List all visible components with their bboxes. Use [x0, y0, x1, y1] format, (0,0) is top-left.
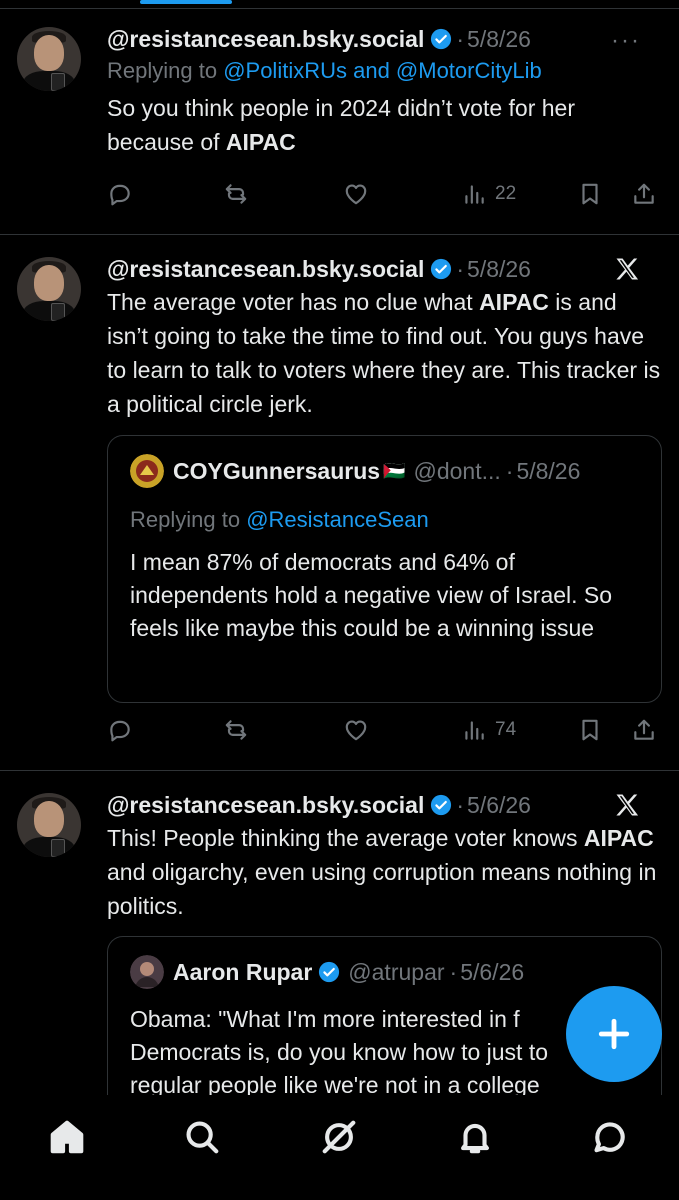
- replying-to-label: Replying to: [107, 58, 224, 83]
- repost-icon: [225, 184, 247, 204]
- search-icon: [186, 1121, 219, 1154]
- post-text-bold: AIPAC: [583, 825, 654, 851]
- avatar[interactable]: [17, 257, 81, 321]
- post[interactable]: @resistancesean.bsky.social · 5/8/26 ···…: [0, 9, 679, 235]
- compose-button[interactable]: [566, 986, 662, 1082]
- post-date[interactable]: 5/8/26: [467, 25, 531, 53]
- reply-button[interactable]: [107, 717, 133, 743]
- quoted-post-date: 5/6/26: [460, 958, 525, 985]
- avatar[interactable]: [17, 27, 81, 91]
- post-date[interactable]: 5/6/26: [467, 791, 531, 819]
- quoted-post-text: I mean 87% of democrats and 64% of indep…: [130, 549, 613, 641]
- post-text-part: and oligarchy, even using corruption mea…: [107, 859, 657, 919]
- quoted-author-handle[interactable]: @atrupar: [348, 959, 444, 986]
- bookmark-icon: [582, 183, 598, 205]
- author-handle[interactable]: @resistancesean.bsky.social: [107, 791, 424, 819]
- nav-home[interactable]: [47, 1117, 87, 1157]
- separator-dot: ·: [456, 26, 465, 52]
- bookmark-button[interactable]: [577, 181, 603, 207]
- repost-button[interactable]: [223, 181, 249, 207]
- nav-notifications[interactable]: [455, 1117, 495, 1157]
- nav-messages[interactable]: [590, 1117, 630, 1157]
- separator-dot: ·: [449, 958, 458, 985]
- share-icon: [634, 719, 654, 740]
- share-button[interactable]: [631, 717, 657, 743]
- quoted-avatar[interactable]: [130, 454, 164, 488]
- share-button[interactable]: [631, 181, 657, 207]
- more-options-icon[interactable]: ···: [611, 27, 641, 55]
- quoted-post[interactable]: COYGunnersaurus 🇵🇸 @dont... · 5/8/26 Rep…: [107, 435, 662, 703]
- quoted-author-name[interactable]: COYGunnersaurus: [173, 458, 380, 485]
- replying-to-link[interactable]: @ResistanceSean: [246, 507, 429, 532]
- bottom-navigation: [0, 1095, 679, 1200]
- reply-icon: [110, 184, 130, 206]
- x-logo-icon[interactable]: [613, 791, 641, 819]
- post-text: The average voter has no clue what AIPAC…: [107, 285, 661, 421]
- like-button[interactable]: [343, 717, 369, 743]
- views-count: 22: [495, 183, 517, 204]
- author-handle[interactable]: @resistancesean.bsky.social: [107, 255, 424, 283]
- active-tab-indicator: [140, 0, 232, 4]
- like-icon: [345, 184, 367, 205]
- action-bar: 22: [107, 181, 661, 211]
- post-header: @resistancesean.bsky.social · 5/6/26: [107, 791, 661, 819]
- like-button[interactable]: [343, 181, 369, 207]
- post[interactable]: @resistancesean.bsky.social · 5/8/26 The…: [0, 235, 679, 771]
- post-text: This! People thinking the average voter …: [107, 821, 661, 923]
- views-count: 74: [495, 719, 517, 740]
- post-date[interactable]: 5/8/26: [467, 255, 531, 283]
- post-header: @resistancesean.bsky.social · 5/8/26: [107, 255, 661, 283]
- post-text-bold: AIPAC: [225, 129, 296, 155]
- quoted-post-date: 5/8/26: [516, 457, 581, 484]
- replying-to: Replying to @ResistanceSean: [130, 506, 429, 534]
- x-logo-icon[interactable]: [613, 255, 641, 283]
- quoted-post-header: COYGunnersaurus 🇵🇸 @dont... · 5/8/26: [130, 454, 580, 488]
- reply-button[interactable]: [107, 181, 133, 207]
- bookmark-button[interactable]: [577, 717, 603, 743]
- quoted-author-handle[interactable]: @dont...: [413, 458, 500, 485]
- views-button[interactable]: 22: [461, 181, 516, 207]
- post-header: @resistancesean.bsky.social · 5/8/26: [107, 25, 661, 53]
- views-icon: [465, 185, 484, 204]
- author-handle[interactable]: @resistancesean.bsky.social: [107, 25, 424, 53]
- messages-icon: [594, 1122, 625, 1153]
- nav-search[interactable]: [182, 1117, 222, 1157]
- repost-button[interactable]: [223, 717, 249, 743]
- replying-to-links[interactable]: @PolitixRUs and @MotorCityLib: [223, 58, 542, 83]
- like-icon: [345, 720, 367, 741]
- post-text-part: So you think people in 2024 didn’t vote …: [107, 95, 575, 155]
- separator-dot: ·: [456, 256, 465, 282]
- replying-to: Replying to @PolitixRUs and @MotorCityLi…: [107, 57, 661, 85]
- post-text-part: This! People thinking the average voter …: [107, 825, 584, 851]
- post-text-bold: AIPAC: [479, 289, 549, 315]
- replying-to-label: Replying to: [130, 507, 247, 532]
- flag-icon: 🇵🇸: [383, 460, 406, 481]
- home-icon: [50, 1120, 84, 1154]
- share-icon: [634, 183, 654, 204]
- bookmark-icon: [582, 719, 598, 741]
- verified-badge-icon: [431, 258, 452, 280]
- quoted-post-header: Aaron Rupar @atrupar · 5/6/26: [130, 955, 524, 989]
- timeline[interactable]: @resistancesean.bsky.social · 5/8/26 ···…: [0, 9, 679, 1095]
- verified-badge-icon: [431, 28, 452, 50]
- nav-grok[interactable]: [319, 1117, 359, 1157]
- verified-badge-icon: [319, 961, 340, 983]
- separator-dot: ·: [456, 792, 465, 818]
- verified-badge-icon: [431, 794, 452, 816]
- quoted-author-name[interactable]: Aaron Rupar: [173, 959, 312, 986]
- views-icon: [465, 721, 484, 740]
- grok-icon: [322, 1120, 356, 1154]
- compose-icon: [598, 1018, 630, 1050]
- post-text-part: The average voter has no clue what: [107, 289, 480, 315]
- post-text: So you think people in 2024 didn’t vote …: [107, 91, 661, 159]
- avatar[interactable]: [17, 793, 81, 857]
- notifications-icon: [461, 1123, 489, 1154]
- repost-icon: [225, 720, 247, 740]
- quoted-avatar[interactable]: [130, 955, 164, 989]
- separator-dot: ·: [505, 457, 514, 484]
- action-bar: 74: [107, 717, 661, 747]
- reply-icon: [110, 720, 130, 742]
- quoted-post-text: Obama: "What I'm more interested in f De…: [130, 1006, 549, 1095]
- views-button[interactable]: 74: [461, 717, 516, 743]
